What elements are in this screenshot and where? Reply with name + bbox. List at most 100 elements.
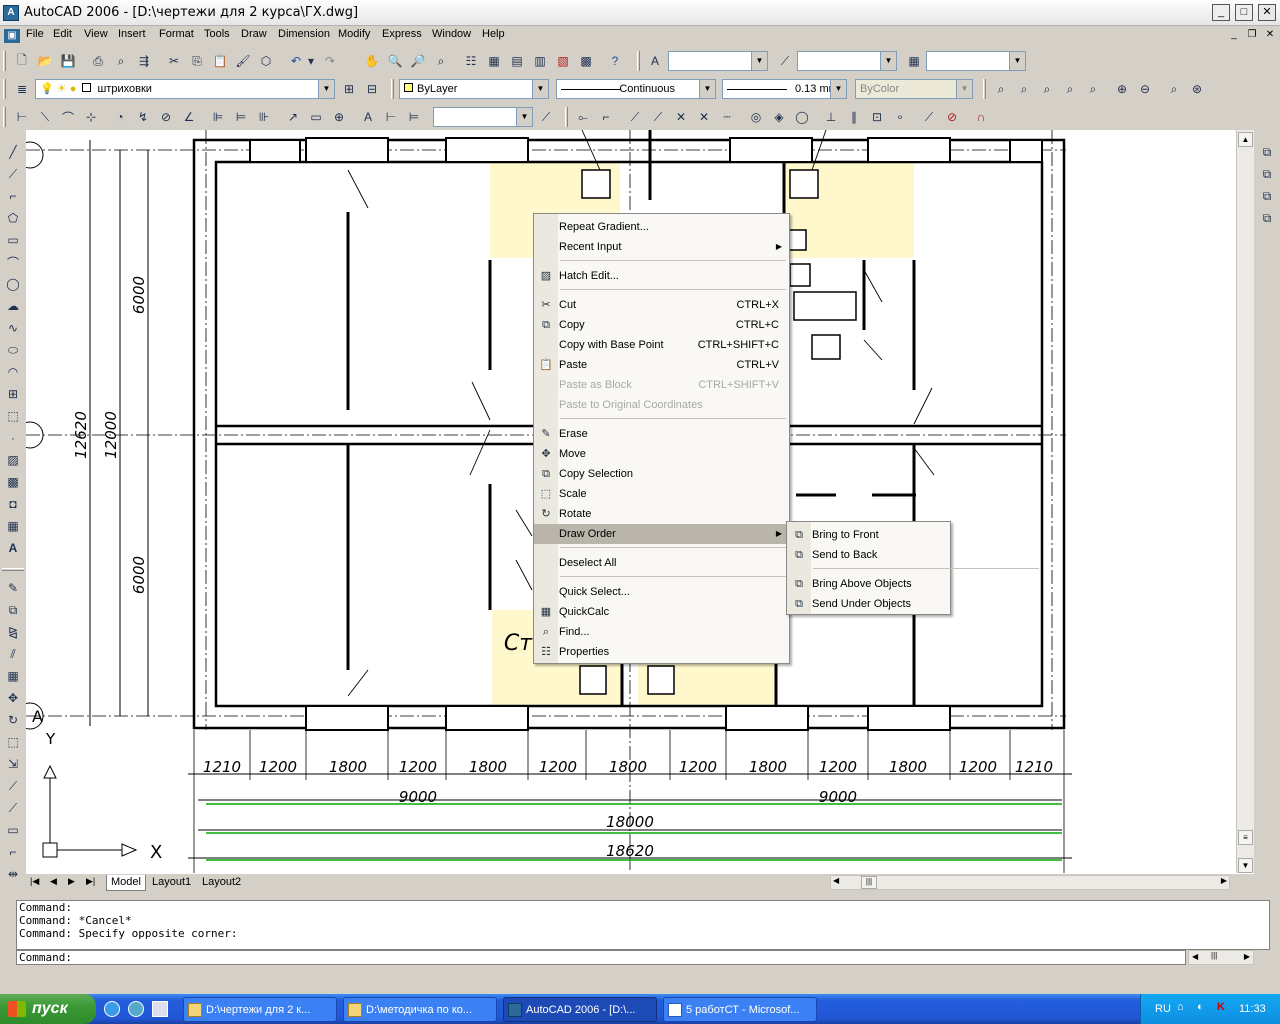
dim-style-combo-2[interactable]: ▼: [433, 107, 533, 127]
polygon-icon[interactable]: ⬠: [3, 208, 23, 228]
multiline-text-icon[interactable]: A: [3, 538, 23, 558]
send-to-back-icon[interactable]: ⧉: [1257, 164, 1277, 184]
dim-text[interactable]: 1210: [1015, 758, 1053, 776]
menu-move[interactable]: ✥ Move: [534, 444, 789, 464]
scroll-thumb[interactable]: ≡: [1238, 830, 1253, 845]
menu-rotate[interactable]: ↻ Rotate: [534, 504, 789, 524]
dim-text[interactable]: 1210: [203, 758, 241, 776]
ellipse-arc-icon[interactable]: ◠: [3, 362, 23, 382]
aligned-dim-icon[interactable]: ⟍: [35, 107, 55, 127]
zoom-object-icon[interactable]: ⌕: [1083, 79, 1103, 99]
menu-cut[interactable]: ✂ Cut CTRL+X: [534, 295, 789, 315]
point-icon[interactable]: ·: [3, 428, 23, 448]
ordinate-dim-icon[interactable]: ⊹: [81, 107, 101, 127]
autocad-app-icon[interactable]: A: [3, 5, 19, 21]
dim-text[interactable]: 1200: [819, 758, 857, 776]
quickcalc-icon[interactable]: ▩: [576, 51, 596, 71]
tolerance-icon[interactable]: ▭: [306, 107, 326, 127]
tab-next-arrow[interactable]: ▶: [68, 876, 75, 887]
jogged-dim-icon[interactable]: ↯: [133, 107, 153, 127]
line-icon[interactable]: ╱: [3, 142, 23, 162]
table-style-combo[interactable]: ▼: [926, 51, 1026, 71]
menu-tools[interactable]: Tools: [204, 28, 230, 40]
dim-style-icon[interactable]: ⟋: [775, 51, 795, 71]
doc-restore-button[interactable]: ❐: [1244, 28, 1260, 42]
scroll-down-arrow[interactable]: ▼: [1238, 858, 1253, 873]
move-icon[interactable]: ✥: [3, 688, 23, 708]
menu-insert[interactable]: Insert: [118, 28, 146, 40]
snap-extension-icon[interactable]: ┄: [717, 107, 737, 127]
baseline-dim-icon[interactable]: ⊨: [231, 107, 251, 127]
maximize-button[interactable]: □: [1235, 4, 1253, 21]
minimize-button[interactable]: _: [1212, 4, 1230, 21]
rotate-icon[interactable]: ↻: [3, 710, 23, 730]
properties-icon[interactable]: ☷: [461, 51, 481, 71]
task-word[interactable]: 5 работСТ - Microsof...: [663, 997, 817, 1022]
menu-bring-above-objects[interactable]: ⧉ Bring Above Objects: [787, 574, 950, 594]
help-icon[interactable]: ?: [605, 51, 625, 71]
erase-icon[interactable]: ✎: [3, 578, 23, 598]
snap-node-icon[interactable]: ∘: [890, 107, 910, 127]
make-block-icon[interactable]: ⬚: [3, 406, 23, 426]
zoom-all-icon[interactable]: ⌕: [1164, 79, 1184, 99]
doc-minimize-button[interactable]: _: [1226, 28, 1242, 42]
start-button[interactable]: пуск: [0, 994, 96, 1024]
osnap-settings-icon[interactable]: ∩: [971, 107, 991, 127]
dim-text[interactable]: 18000: [606, 813, 654, 831]
layer-manager-icon[interactable]: ≣: [12, 79, 32, 99]
dim-text[interactable]: 1200: [539, 758, 577, 776]
polyline-icon[interactable]: ⌐: [3, 186, 23, 206]
zoom-dynamic-icon[interactable]: ⌕: [1014, 79, 1034, 99]
hscroll-thumb[interactable]: |||: [861, 876, 877, 889]
doc-close-button[interactable]: ✕: [1262, 28, 1278, 42]
dim-text[interactable]: 1200: [679, 758, 717, 776]
plotstyle-combo[interactable]: ByColor ▼: [855, 79, 973, 99]
tab-prev-arrow[interactable]: ◀: [50, 876, 57, 887]
dim-text[interactable]: 12000: [102, 411, 120, 459]
dim-style-manager-icon[interactable]: ⟋: [536, 107, 556, 127]
region-icon[interactable]: ◘: [3, 494, 23, 514]
stretch-icon[interactable]: ⇲: [3, 754, 23, 774]
ie-quicklaunch-icon[interactable]: [104, 1001, 120, 1017]
language-indicator[interactable]: RU: [1155, 1003, 1171, 1015]
menu-erase[interactable]: ✎ Erase: [534, 424, 789, 444]
explode-icon[interactable]: ⇹: [3, 864, 23, 884]
arc-length-icon[interactable]: ⌒: [58, 107, 78, 127]
tab-layout2[interactable]: Layout2: [198, 875, 245, 891]
menu-find[interactable]: ⌕ Find...: [534, 622, 789, 642]
array-icon[interactable]: ▦: [3, 666, 23, 686]
menu-express[interactable]: Express: [382, 28, 422, 40]
zoom-in-icon[interactable]: ⊕: [1112, 79, 1132, 99]
insert-block-icon[interactable]: ⊞: [3, 384, 23, 404]
send-under-icon[interactable]: ⧉: [1257, 208, 1277, 228]
snap-apparent-icon[interactable]: ✕: [694, 107, 714, 127]
menu-quick-select[interactable]: Quick Select...: [534, 582, 789, 602]
construction-line-icon[interactable]: ⟋: [3, 164, 23, 184]
dim-text[interactable]: 12620: [72, 411, 90, 459]
dim-text[interactable]: 1200: [959, 758, 997, 776]
menu-file[interactable]: File: [26, 28, 44, 40]
vertical-scrollbar[interactable]: ▲ ≡ ▼: [1236, 130, 1254, 875]
dim-text[interactable]: 1200: [259, 758, 297, 776]
network-icon[interactable]: ⌂: [1177, 1001, 1184, 1013]
dim-text[interactable]: 9000: [399, 788, 437, 806]
dim-text[interactable]: 9000: [819, 788, 857, 806]
radius-dim-icon[interactable]: ◔: [110, 107, 130, 127]
undo-icon[interactable]: ↶: [286, 51, 306, 71]
menu-copy[interactable]: ⧉ Copy CTRL+C: [534, 315, 789, 335]
zoom-window-icon-2[interactable]: ⌕: [991, 79, 1011, 99]
make-object-layer-current-icon[interactable]: ⊞: [339, 79, 359, 99]
arc-icon[interactable]: ⌒: [3, 252, 23, 272]
dim-text[interactable]: 1200: [399, 758, 437, 776]
menu-view[interactable]: View: [84, 28, 108, 40]
close-button[interactable]: ✕: [1258, 4, 1276, 21]
paste-icon[interactable]: 📋: [210, 51, 230, 71]
copy-icon[interactable]: ⎘: [187, 51, 207, 71]
snap-none-icon[interactable]: ⊘: [942, 107, 962, 127]
rectangle-icon[interactable]: ▭: [3, 230, 23, 250]
undo-dropdown-icon[interactable]: ▾: [306, 51, 316, 71]
menu-bring-to-front[interactable]: ⧉ Bring to Front: [787, 525, 950, 545]
snap-endpoint-icon[interactable]: ⟋: [625, 107, 645, 127]
text-style-combo[interactable]: ▼: [668, 51, 768, 71]
plot-preview-icon[interactable]: ⌕: [111, 51, 131, 71]
